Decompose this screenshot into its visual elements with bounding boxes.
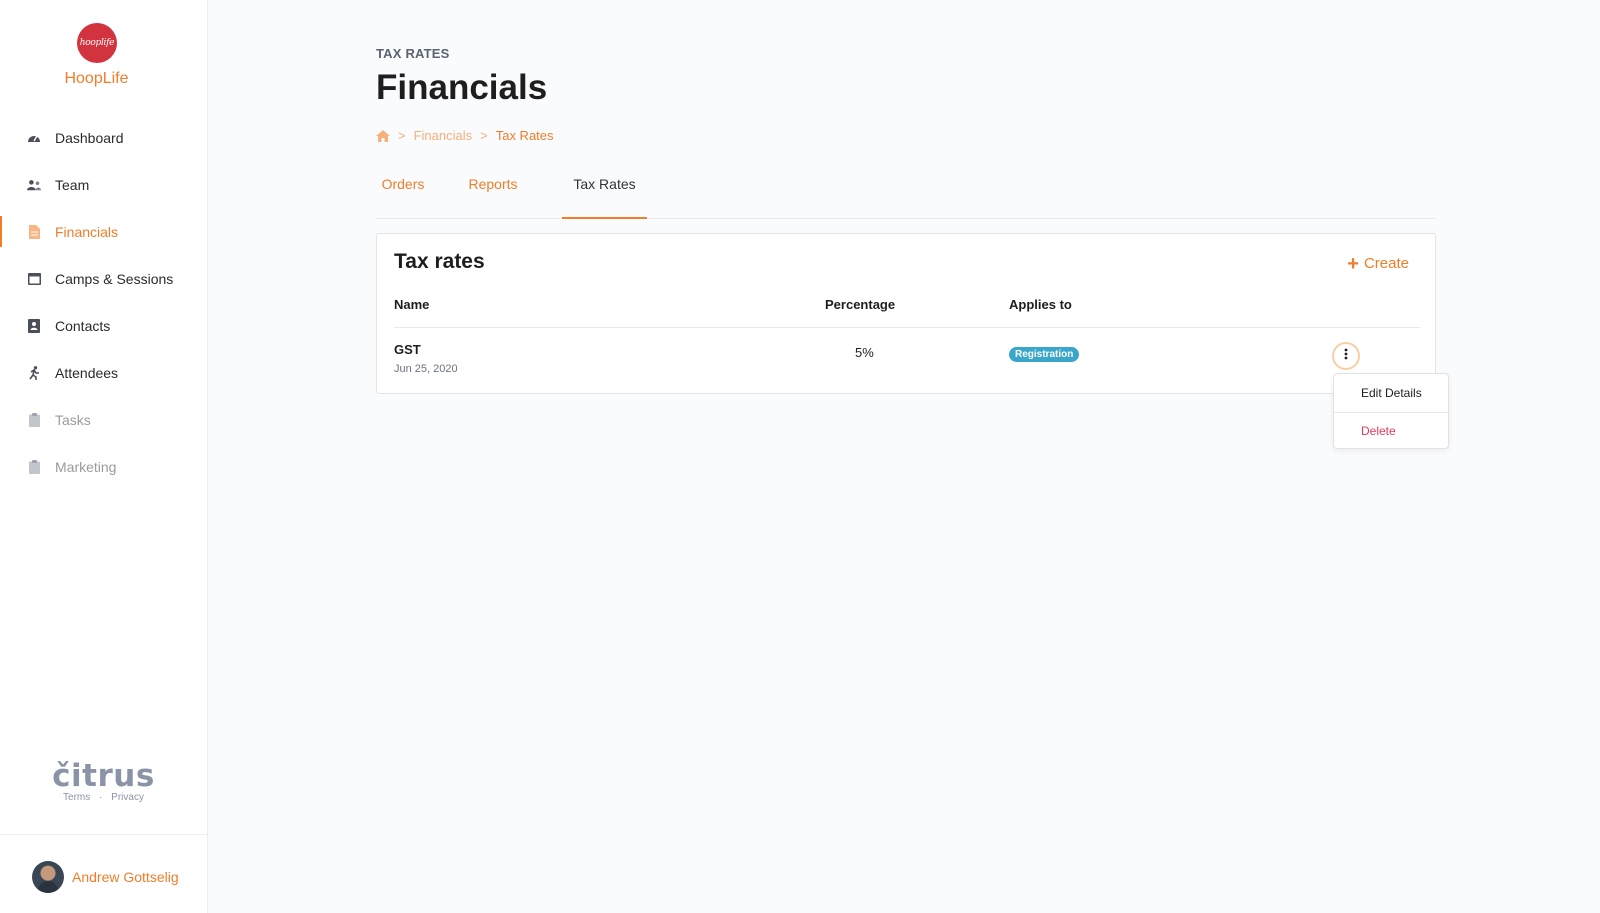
create-button[interactable]: + Create	[1347, 252, 1409, 275]
hooplife-logo[interactable]: hooplife	[77, 23, 117, 63]
breadcrumb-separator: >	[398, 128, 406, 143]
footer-separator: ·	[99, 792, 103, 803]
calendar-icon	[27, 272, 41, 286]
sidebar-item-tasks[interactable]: Tasks	[0, 396, 207, 443]
tax-percentage: 5%	[855, 345, 874, 360]
tab-reports[interactable]: Reports	[460, 170, 526, 218]
more-vertical-icon	[1344, 347, 1348, 365]
tab-bar: Orders Reports Tax Rates	[376, 170, 1436, 219]
tax-rates-card: Tax rates + Create Name Percentage Appli…	[376, 233, 1436, 394]
brand-name: HoopLife	[64, 70, 129, 87]
sidebar-item-label: Marketing	[55, 458, 117, 475]
delete-menu-item[interactable]: Delete	[1361, 424, 1396, 438]
citrus-footer: čitrus Terms · Privacy	[0, 760, 207, 803]
avatar	[32, 861, 64, 893]
breadcrumb: > Financials > Tax Rates	[376, 128, 554, 143]
address-book-icon	[27, 318, 41, 333]
sidebar-item-label: Contacts	[55, 317, 111, 334]
sidebar-item-camps-sessions[interactable]: Camps & Sessions	[0, 255, 207, 302]
create-label: Create	[1363, 255, 1409, 272]
footer-links: Terms · Privacy	[0, 792, 207, 803]
sidebar-item-marketing[interactable]: Marketing	[0, 443, 207, 490]
plus-icon: +	[1347, 252, 1359, 275]
sidebar: hooplife HoopLife Dashboard Team Financi…	[0, 0, 208, 913]
sidebar-divider	[0, 834, 207, 835]
sidebar-nav: Dashboard Team Financials Camps & Sessio…	[0, 114, 207, 490]
sidebar-item-team[interactable]: Team	[0, 161, 207, 208]
home-icon[interactable]	[376, 129, 390, 142]
speedometer-icon	[27, 131, 41, 145]
sidebar-item-label: Financials	[55, 223, 119, 240]
sidebar-item-label: Team	[55, 176, 90, 193]
column-header-name: Name	[394, 297, 430, 312]
card-title: Tax rates	[394, 250, 485, 273]
applies-to-badge: Registration	[1009, 347, 1080, 362]
user-profile[interactable]: Andrew Gottselig	[32, 861, 179, 893]
sidebar-item-label: Attendees	[55, 364, 119, 381]
breadcrumb-tax-rates: Tax Rates	[495, 128, 554, 143]
table-divider	[394, 327, 1420, 328]
sidebar-item-dashboard[interactable]: Dashboard	[0, 114, 207, 161]
breadcrumb-separator: >	[480, 128, 488, 143]
sidebar-item-contacts[interactable]: Contacts	[0, 302, 207, 349]
citrus-logo: čitrus	[52, 758, 155, 794]
column-header-percentage: Percentage	[825, 297, 896, 312]
row-actions-menu: Edit Details Delete	[1333, 373, 1449, 449]
document-icon	[27, 224, 41, 239]
sidebar-item-label: Dashboard	[55, 129, 124, 146]
people-icon	[27, 178, 41, 192]
tab-tax-rates[interactable]: Tax Rates	[562, 170, 647, 219]
terms-link[interactable]: Terms	[63, 792, 90, 803]
sidebar-item-label: Tasks	[55, 411, 91, 428]
tax-name: GST	[394, 342, 421, 357]
running-person-icon	[27, 365, 41, 380]
menu-divider	[1334, 412, 1448, 413]
edit-details-menu-item[interactable]: Edit Details	[1361, 386, 1422, 400]
clipboard-icon	[27, 459, 41, 474]
user-name: Andrew Gottselig	[72, 869, 179, 885]
tab-orders[interactable]: Orders	[376, 170, 430, 218]
privacy-link[interactable]: Privacy	[111, 792, 144, 803]
page-eyebrow: TAX RATES	[376, 46, 450, 61]
page-title: Financials	[376, 68, 548, 107]
clipboard-icon	[27, 412, 41, 427]
sidebar-item-label: Camps & Sessions	[55, 270, 174, 287]
breadcrumb-financials[interactable]: Financials	[414, 128, 473, 143]
tax-date: Jun 25, 2020	[394, 363, 458, 375]
sidebar-item-financials[interactable]: Financials	[0, 208, 207, 255]
column-header-applies-to: Applies to	[1009, 297, 1072, 312]
sidebar-item-attendees[interactable]: Attendees	[0, 349, 207, 396]
row-actions-button[interactable]	[1332, 342, 1360, 370]
